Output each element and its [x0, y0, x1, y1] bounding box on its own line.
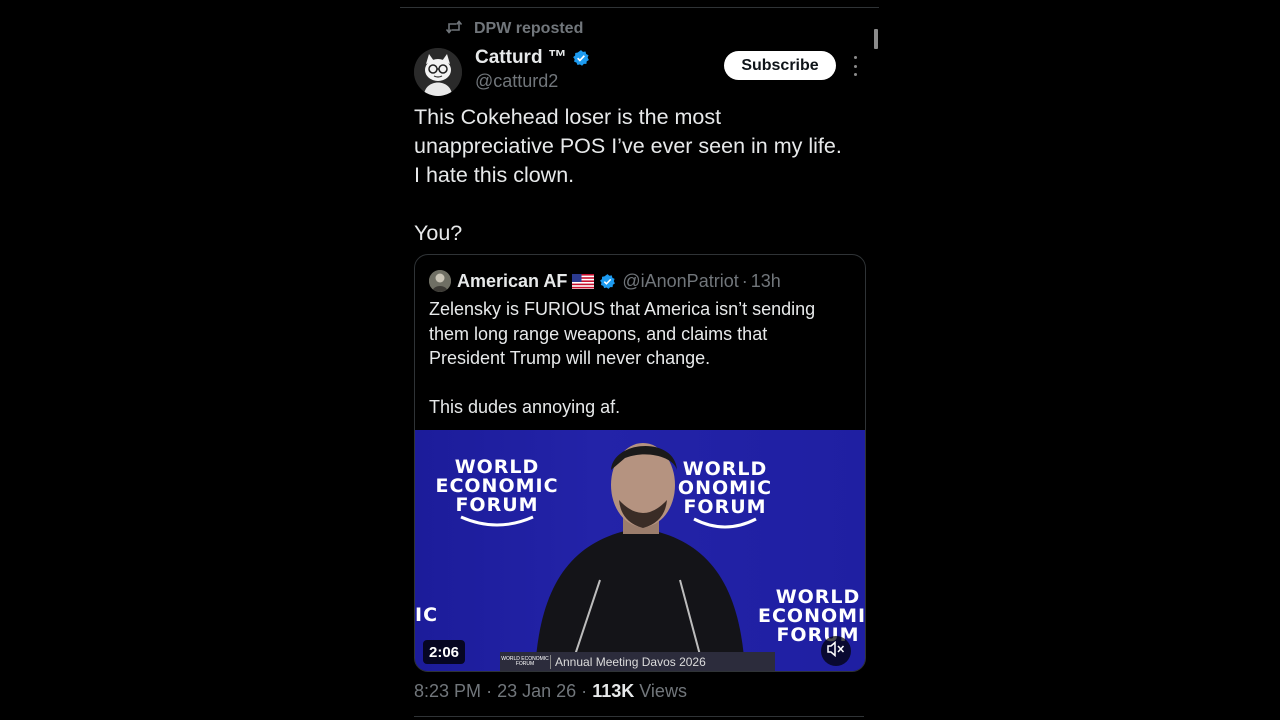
author-info[interactable]: Catturd ™ @catturd2 — [475, 45, 590, 92]
quote-line: Zelensky is FURIOUS that America isn’t s… — [429, 299, 816, 319]
top-divider — [400, 7, 879, 8]
quote-avatar[interactable] — [429, 270, 451, 292]
scrollbar-thumb[interactable] — [874, 29, 878, 49]
tweet-time[interactable]: 8:23 PM — [414, 681, 481, 701]
us-flag-icon — [572, 273, 595, 289]
quote-author-handle[interactable]: @iAnonPatriot — [622, 271, 738, 292]
wef-logo-fragment: IC — [415, 604, 439, 626]
verified-badge-icon — [572, 49, 590, 67]
timeline-column: DPW reposted Catturd ™ @catturd2 Subscri… — [400, 0, 879, 720]
author-avatar[interactable] — [414, 48, 462, 96]
views-count: 113K — [592, 681, 635, 701]
verified-badge-icon — [599, 273, 616, 290]
bottom-divider — [414, 716, 864, 717]
views-label: Views — [639, 681, 687, 701]
podium-banner: WORLD ECONOMIC FORUM Annual Meeting Davo… — [500, 652, 775, 671]
tweet-line: unappreciative POS I’ve ever seen in my … — [414, 134, 842, 158]
author-name[interactable]: Catturd ™ — [475, 47, 567, 69]
repost-context[interactable]: DPW reposted — [445, 18, 584, 40]
separator-dot: · — [741, 270, 748, 291]
tweet-line: You? — [414, 221, 463, 245]
separator-dot: · — [486, 681, 493, 701]
screen: DPW reposted Catturd ™ @catturd2 Subscri… — [0, 0, 1280, 720]
podium-text: Annual Meeting Davos 2026 — [550, 654, 706, 669]
logo-line: FORUM — [776, 624, 860, 646]
repost-icon — [445, 19, 474, 39]
podium-logo: WORLD ECONOMIC FORUM — [501, 655, 549, 667]
tweet-date[interactable]: 23 Jan 26 — [497, 681, 576, 701]
wef-logo-right: WORLD ECONOMIC FORUM — [758, 588, 865, 645]
subscribe-button[interactable]: Subscribe — [724, 51, 836, 80]
author-handle[interactable]: @catturd2 — [475, 71, 590, 92]
tweet-line: This Cokehead loser is the most — [414, 105, 722, 129]
separator-dot: · — [581, 681, 588, 701]
quote-header: American AF @iAnonPatriot · 13h — [429, 269, 781, 293]
quote-line: This dudes annoying af. — [429, 397, 621, 417]
quote-text: Zelensky is FURIOUS that America isn’t s… — [429, 297, 853, 420]
quoted-tweet-card[interactable]: American AF @iAnonPatriot · 13h Zelensky… — [414, 254, 866, 672]
quote-line: them long range weapons, and claims that — [429, 323, 768, 344]
video-player[interactable]: WORLD ECONOMIC FORUM WORLD ONOMIC FORUM … — [415, 430, 865, 671]
tweet-meta: 8:23 PM · 23 Jan 26 · 113K Views — [414, 681, 687, 702]
speaker-figure — [535, 443, 745, 671]
muted-speaker-icon — [827, 640, 845, 662]
tweet-line: I hate this clown. — [414, 163, 575, 187]
more-vertical-icon[interactable] — [848, 56, 862, 76]
quote-timestamp[interactable]: 13h — [751, 271, 781, 292]
tweet-text: This Cokehead loser is the most unapprec… — [414, 103, 874, 248]
video-duration: 2:06 — [423, 640, 466, 664]
repost-label: DPW reposted — [474, 20, 584, 37]
quote-line: President Trump will never change. — [429, 348, 711, 368]
mute-button[interactable] — [821, 636, 851, 666]
quote-author-name[interactable]: American AF — [457, 271, 567, 292]
